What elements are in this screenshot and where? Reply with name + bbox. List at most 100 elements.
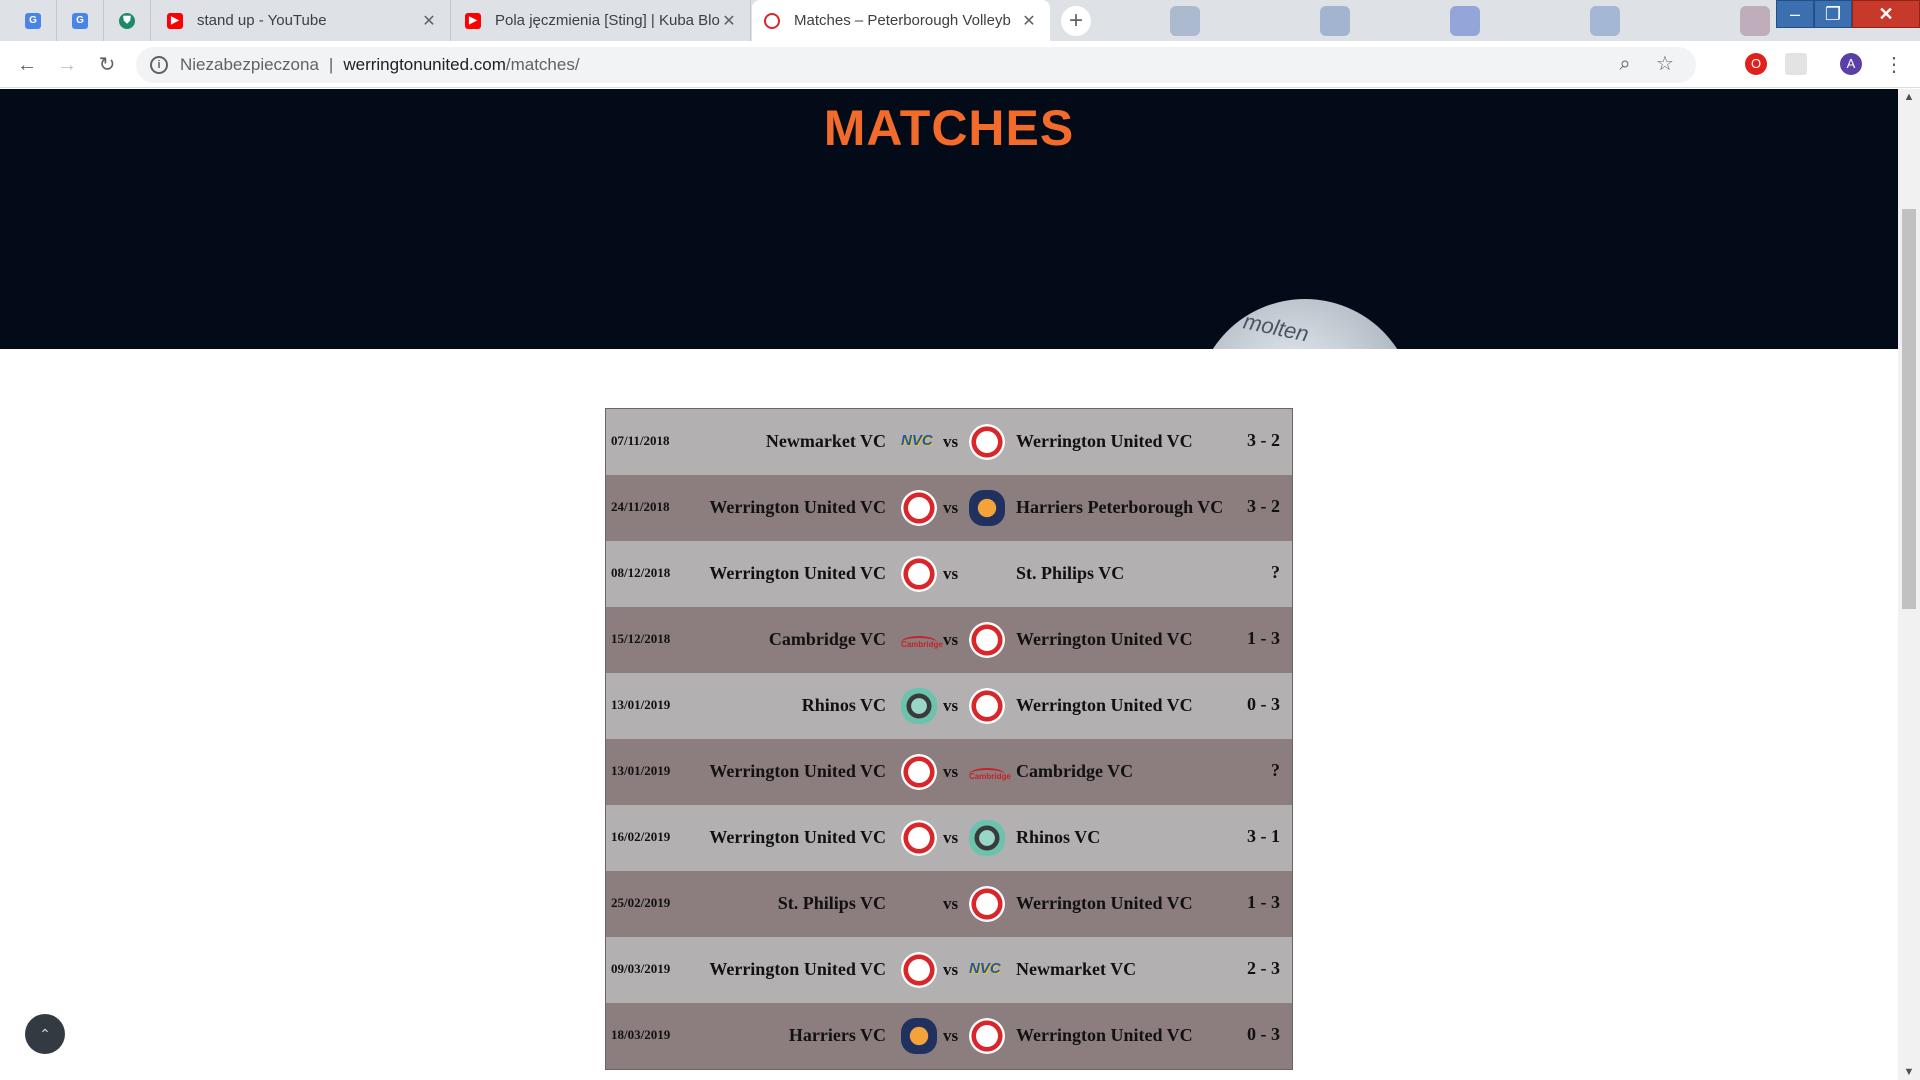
newmarket-logo-icon: NVC <box>969 960 1001 977</box>
away-team: Werrington United VC <box>1016 893 1193 913</box>
profile-avatar[interactable]: A <box>1840 53 1862 75</box>
close-icon[interactable]: ✕ <box>1020 11 1038 31</box>
reload-button[interactable]: ↻ <box>93 51 121 79</box>
page-viewport: MATCHES molten 07/11/2018 Newmarket VC vs W… <box>0 89 1920 1080</box>
match-row: 09/03/2019 Werrington United VC vs Newmarke… <box>606 937 1292 1003</box>
match-row: 08/12/2018 Werrington United VC vs St. Phil… <box>606 541 1292 607</box>
match-row: 18/03/2019 Harriers VC vs Werrington United… <box>606 1003 1292 1069</box>
away-team: Rhinos VC <box>1016 827 1101 847</box>
werrington-logo-icon <box>901 490 937 526</box>
home-team: Werrington United VC <box>709 497 886 517</box>
home-team: Werrington United VC <box>709 827 886 847</box>
opera-extension-icon[interactable]: O <box>1745 53 1767 75</box>
matches-table: 07/11/2018 Newmarket VC vs Werrington Unite… <box>605 408 1293 1070</box>
scrollbar-thumb[interactable] <box>1902 209 1916 609</box>
back-button[interactable]: ← <box>13 51 41 79</box>
cambridge-logo-icon: Cambridge <box>901 622 943 658</box>
scroll-up-arrow[interactable]: ▲ <box>1898 91 1920 103</box>
harriers-logo-icon <box>969 490 1005 526</box>
match-row: 24/11/2018 Werrington United VC vs Harriers… <box>606 475 1292 541</box>
vs-label: vs <box>943 828 959 847</box>
match-row: 07/11/2018 Newmarket VC vs Werrington Unite… <box>606 409 1292 475</box>
home-team: Werrington United VC <box>709 959 886 979</box>
werrington-logo-icon <box>969 622 1005 658</box>
info-icon[interactable]: i <box>150 56 168 74</box>
match-score: ? <box>1271 760 1280 780</box>
tab-pinned-translate-1[interactable]: G <box>10 0 57 41</box>
extension-icon[interactable] <box>1785 53 1807 75</box>
werrington-logo-icon <box>901 556 937 592</box>
match-score: 1 - 3 <box>1247 892 1280 912</box>
away-team: Werrington United VC <box>1016 431 1193 451</box>
away-team: Cambridge VC <box>1016 761 1134 781</box>
match-score: ? <box>1271 562 1280 582</box>
minimize-button[interactable]: – <box>1776 0 1814 28</box>
back-to-top-button[interactable]: ⌃ <box>25 1014 65 1054</box>
desktop-background <box>1090 0 1810 41</box>
google-translate-icon: G <box>72 12 88 29</box>
home-team: Cambridge VC <box>768 629 886 649</box>
home-team: Newmarket VC <box>765 431 886 451</box>
werrington-logo-icon <box>901 952 937 988</box>
match-date: 13/01/2019 <box>611 697 671 712</box>
tab-matches[interactable]: Matches – Peterborough Volleyb ✕ <box>752 0 1050 41</box>
match-date: 08/12/2018 <box>611 565 671 580</box>
vs-label: vs <box>943 630 959 649</box>
vs-label: vs <box>943 432 959 451</box>
shield-extension-icon: ⛊ <box>119 12 135 29</box>
match-row: 25/02/2019 St. Philips VC vs Werrington Uni… <box>606 871 1292 937</box>
menu-icon[interactable]: ⋮ <box>1880 51 1908 79</box>
forward-button[interactable]: → <box>53 51 81 79</box>
page-title: MATCHES <box>823 100 1075 156</box>
rhinos-logo-icon <box>969 820 1005 856</box>
match-score: 2 - 3 <box>1247 958 1280 978</box>
vs-label: vs <box>943 894 959 913</box>
scrollbar[interactable]: ▲ ▼ <box>1898 89 1920 1080</box>
zoom-icon[interactable]: ⌕ <box>1614 53 1636 75</box>
close-icon[interactable]: ✕ <box>420 11 438 31</box>
away-team: Newmarket VC <box>1016 959 1137 979</box>
address-separator: | <box>328 55 334 74</box>
match-score: 0 - 3 <box>1247 694 1280 714</box>
match-score: 1 - 3 <box>1247 628 1280 648</box>
maximize-button[interactable]: ❐ <box>1814 0 1852 28</box>
vs-label: vs <box>943 696 959 715</box>
match-date: 15/12/2018 <box>611 631 671 646</box>
away-team: Harriers Peterborough VC <box>1016 497 1224 517</box>
tab-youtube-sting[interactable]: ▶ Pola jęczmienia [Sting] | Kuba Blo ✕ <box>453 0 751 41</box>
match-date: 16/02/2019 <box>611 829 671 844</box>
tab-title: Matches – Peterborough Volleyb <box>794 12 1011 29</box>
match-date: 25/02/2019 <box>611 895 671 910</box>
werrington-logo-icon <box>969 688 1005 724</box>
match-score: 3 - 1 <box>1247 826 1280 846</box>
close-window-button[interactable]: ✕ <box>1852 0 1920 28</box>
google-translate-icon: G <box>25 12 41 29</box>
tab-pinned-translate-2[interactable]: G <box>57 0 104 41</box>
address-bar[interactable]: i Niezabezpieczona | werringtonunited.co… <box>136 47 1696 83</box>
bookmark-star-icon[interactable]: ☆ <box>1654 53 1676 75</box>
close-icon[interactable]: ✕ <box>720 11 738 31</box>
tab-strip: G G ⛊ ▶ stand up - YouTube ✕ ▶ Pola jęcz… <box>0 0 1920 41</box>
match-score: 3 - 2 <box>1247 496 1280 516</box>
volleyball-icon <box>764 12 780 29</box>
harriers-logo-icon <box>901 1018 937 1054</box>
match-date: 09/03/2019 <box>611 961 671 976</box>
newmarket-logo-icon: NVC <box>901 432 933 449</box>
browser-toolbar: ← → ↻ i Niezabezpieczona | werringtonuni… <box>0 41 1920 88</box>
youtube-icon: ▶ <box>465 12 481 29</box>
match-row: 16/02/2019 Werrington United VC vs Rhinos V… <box>606 805 1292 871</box>
vs-label: vs <box>943 1026 959 1045</box>
new-tab-button[interactable]: + <box>1061 6 1091 36</box>
vs-label: vs <box>943 564 959 583</box>
scroll-down-arrow[interactable]: ▼ <box>1898 1066 1920 1078</box>
home-team: Rhinos VC <box>801 695 886 715</box>
youtube-icon: ▶ <box>167 12 183 29</box>
tab-title: Pola jęczmienia [Sting] | Kuba Blo <box>495 12 720 29</box>
tab-youtube-standup[interactable]: ▶ stand up - YouTube ✕ <box>155 0 451 41</box>
werrington-logo-icon <box>969 1018 1005 1054</box>
match-row: 15/12/2018 Cambridge VC vs Werrington Unite… <box>606 607 1292 673</box>
tab-pinned-extension[interactable]: ⛊ <box>104 0 151 41</box>
match-date: 18/03/2019 <box>611 1027 671 1042</box>
cambridge-logo-icon: Cambridge <box>969 754 1011 790</box>
werrington-logo-icon <box>969 886 1005 922</box>
